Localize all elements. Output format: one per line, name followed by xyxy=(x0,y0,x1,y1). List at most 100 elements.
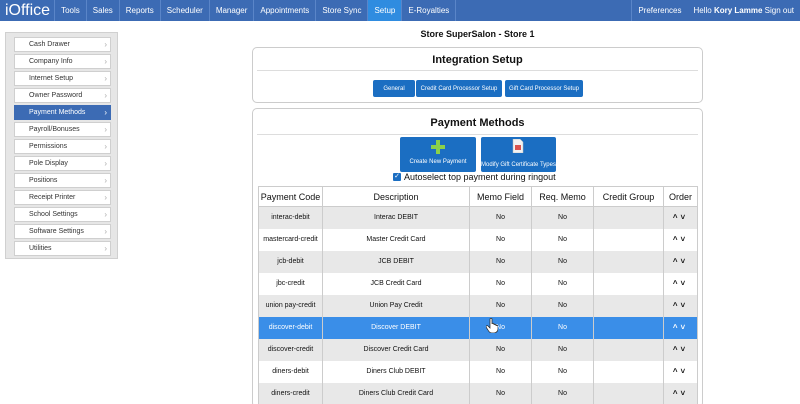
sidebar-item-payment-methods[interactable]: Payment Methods › xyxy=(14,105,111,120)
chevron-up-icon[interactable]: ^ xyxy=(673,235,681,244)
chevron-up-icon[interactable]: ^ xyxy=(673,257,681,266)
credit-group-cell xyxy=(593,338,664,361)
payment-code-cell: union pay-credit xyxy=(258,294,323,317)
sign-out-link[interactable]: Sign out xyxy=(765,6,794,15)
sidebar-item-pole-display[interactable]: Pole Display › xyxy=(14,156,111,171)
chevron-right-icon: › xyxy=(104,40,107,49)
chevron-up-icon[interactable]: ^ xyxy=(673,389,681,398)
sidebar-item-company-info[interactable]: Company Info › xyxy=(14,54,111,69)
sidebar-item-payroll-bonuses[interactable]: Payroll/Bonuses › xyxy=(14,122,111,137)
chevron-right-icon: › xyxy=(104,244,107,253)
chevron-right-icon: › xyxy=(104,142,107,151)
user-greeting: Hello Kory Lamme Sign out xyxy=(687,0,800,21)
sidebar-item-owner-password[interactable]: Owner Password › xyxy=(14,88,111,103)
memo-field-cell: No xyxy=(469,360,532,383)
chevron-right-icon: › xyxy=(104,176,107,185)
nav-appointments[interactable]: Appointments xyxy=(254,0,317,21)
memo-field-cell: No xyxy=(469,338,532,361)
chevron-right-icon: › xyxy=(104,210,107,219)
chevron-down-icon[interactable]: ˅ xyxy=(681,279,689,288)
description-cell: Discover Credit Card xyxy=(322,338,470,361)
chevron-up-icon[interactable]: ^ xyxy=(673,345,681,354)
table-row[interactable]: discover-credit Discover Credit Card No No ^… xyxy=(258,338,698,361)
sidebar-item-school-settings[interactable]: School Settings › xyxy=(14,207,111,222)
nav-preferences[interactable]: Preferences xyxy=(631,0,687,21)
modify-gift-certificate-types-button[interactable]: Modify Gift Certificate Types xyxy=(481,137,556,172)
chevron-up-icon[interactable]: ^ xyxy=(673,323,681,332)
hand-cursor-icon xyxy=(486,318,498,333)
payment-code-cell: discover-debit xyxy=(258,316,323,339)
general-button[interactable]: General xyxy=(373,80,415,97)
sidebar-item-utilities[interactable]: Utilities › xyxy=(14,241,111,256)
autoselect-checkbox[interactable]: ✓ xyxy=(393,173,401,181)
hello-prefix: Hello xyxy=(693,6,712,15)
req-memo-cell: No xyxy=(531,228,594,251)
description-cell: Diners Club DEBIT xyxy=(322,360,470,383)
description-cell: Diners Club Credit Card xyxy=(322,382,470,404)
table-row[interactable]: mastercard-credit Master Credit Card No No ^… xyxy=(258,228,698,251)
chevron-right-icon: › xyxy=(104,227,107,236)
sidebar-item-cash-drawer[interactable]: Cash Drawer › xyxy=(14,37,111,52)
chevron-up-icon[interactable]: ^ xyxy=(673,279,681,288)
nav-store-sync[interactable]: Store Sync xyxy=(316,0,369,21)
nav-sales[interactable]: Sales xyxy=(87,0,120,21)
chevron-right-icon: › xyxy=(104,125,107,134)
table-row[interactable]: jbc-credit JCB Credit Card No No ^˅ xyxy=(258,272,698,295)
app-logo[interactable]: iOffice xyxy=(0,0,56,21)
req-memo-cell: No xyxy=(531,382,594,404)
chevron-down-icon[interactable]: ˅ xyxy=(681,301,689,310)
sidebar-item-permissions[interactable]: Permissions › xyxy=(14,139,111,154)
sidebar-item-software-settings[interactable]: Software Settings › xyxy=(14,224,111,239)
gift-card-processor-setup-button[interactable]: Gift Card Processor Setup xyxy=(505,80,583,97)
credit-group-cell xyxy=(593,316,664,339)
table-row[interactable]: diners-debit Diners Club DEBIT No No ^˅ xyxy=(258,360,698,383)
credit-group-cell xyxy=(593,206,664,229)
chevron-up-icon[interactable]: ^ xyxy=(673,301,681,310)
chevron-down-icon[interactable]: ˅ xyxy=(681,323,689,332)
order-cell: ^˅ xyxy=(663,382,698,404)
req-memo-cell: No xyxy=(531,206,594,229)
chevron-right-icon: › xyxy=(104,57,107,66)
memo-field-cell: No xyxy=(469,206,532,229)
table-row[interactable]: diners-credit Diners Club Credit Card No No… xyxy=(258,382,698,404)
sidebar-item-positions[interactable]: Positions › xyxy=(14,173,111,188)
req-memo-cell: No xyxy=(531,250,594,273)
chevron-down-icon[interactable]: ˅ xyxy=(681,213,689,222)
payment-code-cell: discover-credit xyxy=(258,338,323,361)
description-cell: Interac DEBIT xyxy=(322,206,470,229)
sidebar-item-label: Software Settings xyxy=(29,228,84,235)
order-cell: ^˅ xyxy=(663,338,698,361)
table-row[interactable]: union pay-credit Union Pay Credit No No ^˅ xyxy=(258,294,698,317)
chevron-up-icon[interactable]: ^ xyxy=(673,367,681,376)
sidebar-item-label: Positions xyxy=(29,177,58,184)
credit-group-cell xyxy=(593,272,664,295)
req-memo-cell: No xyxy=(531,294,594,317)
credit-card-processor-setup-button[interactable]: Credit Card Processor Setup xyxy=(416,80,502,97)
chevron-down-icon[interactable]: ˅ xyxy=(681,235,689,244)
table-row[interactable]: discover-debit Discover DEBIT No No ^˅ xyxy=(258,316,698,339)
divider xyxy=(257,134,698,135)
chevron-down-icon[interactable]: ˅ xyxy=(681,389,689,398)
nav-scheduler[interactable]: Scheduler xyxy=(161,0,210,21)
chevron-up-icon[interactable]: ^ xyxy=(673,213,681,222)
nav-e-royalties[interactable]: E-Royalties xyxy=(402,0,457,21)
credit-group-cell xyxy=(593,360,664,383)
table-row[interactable]: jcb-debit JCB DEBIT No No ^˅ xyxy=(258,250,698,273)
table-row[interactable]: interac-debit Interac DEBIT No No ^˅ xyxy=(258,206,698,229)
sidebar-item-receipt-printer[interactable]: Receipt Printer › xyxy=(14,190,111,205)
nav-tools[interactable]: Tools xyxy=(55,0,87,21)
sidebar-item-label: Permissions xyxy=(29,143,68,150)
chevron-down-icon[interactable]: ˅ xyxy=(681,345,689,354)
order-cell: ^˅ xyxy=(663,272,698,295)
divider xyxy=(257,70,698,71)
nav-reports[interactable]: Reports xyxy=(120,0,161,21)
chevron-down-icon[interactable]: ˅ xyxy=(681,257,689,266)
sidebar-item-internet-setup[interactable]: Internet Setup › xyxy=(14,71,111,86)
chevron-down-icon[interactable]: ˅ xyxy=(681,367,689,376)
user-name: Kory Lamme xyxy=(713,6,763,15)
create-new-payment-button[interactable]: Create New Payment xyxy=(400,137,476,172)
sidebar-item-label: School Settings xyxy=(29,211,78,218)
column-header-req-memo: Req. Memo xyxy=(531,186,594,207)
nav-manager[interactable]: Manager xyxy=(210,0,255,21)
nav-setup[interactable]: Setup xyxy=(368,0,403,21)
